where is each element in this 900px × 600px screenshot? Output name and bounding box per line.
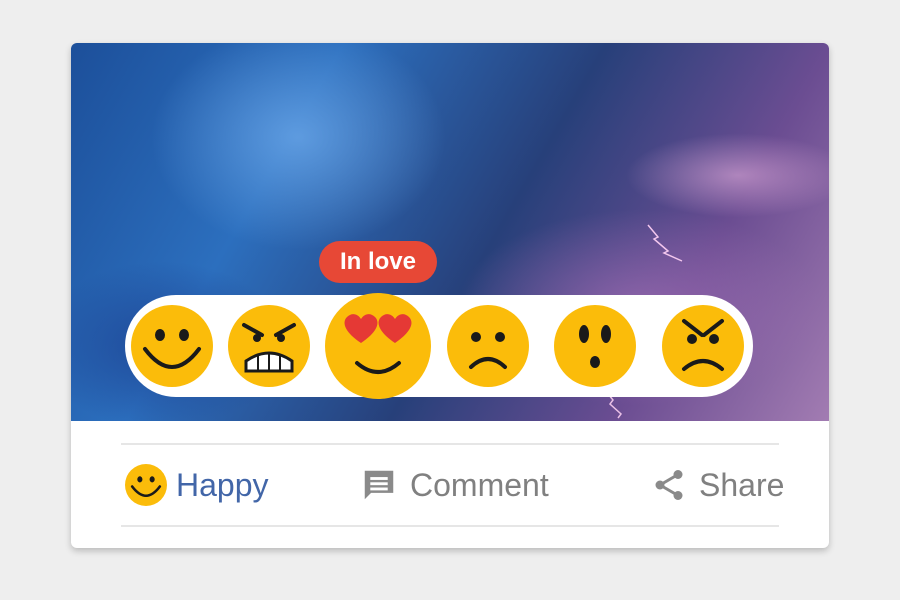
share-icon (655, 470, 683, 500)
share-label: Share (699, 466, 785, 503)
surprised-emoji-icon[interactable] (554, 305, 636, 387)
mad-emoji-icon[interactable] (662, 305, 744, 387)
bottom-divider (121, 525, 779, 527)
react-button[interactable]: Happy (125, 445, 269, 525)
reaction-tooltip: In love (319, 241, 437, 283)
comment-label: Comment (410, 466, 549, 503)
react-label: Happy (176, 466, 269, 503)
reaction-picker (125, 293, 753, 399)
heart-eyes-emoji-icon[interactable] (325, 293, 431, 399)
post-card: In love Happy Comment Share (71, 43, 829, 548)
share-button[interactable]: Share (651, 445, 784, 525)
sad-emoji-icon[interactable] (447, 305, 529, 387)
lightning-bolt-decoration (647, 224, 683, 262)
comment-button[interactable]: Comment (360, 445, 549, 525)
angry-emoji-icon[interactable] (228, 305, 310, 387)
storm-cloud-image: In love (71, 43, 829, 421)
smile-emoji-icon[interactable] (131, 305, 213, 387)
smile-emoji-icon (125, 464, 167, 506)
comment-icon (364, 470, 394, 500)
